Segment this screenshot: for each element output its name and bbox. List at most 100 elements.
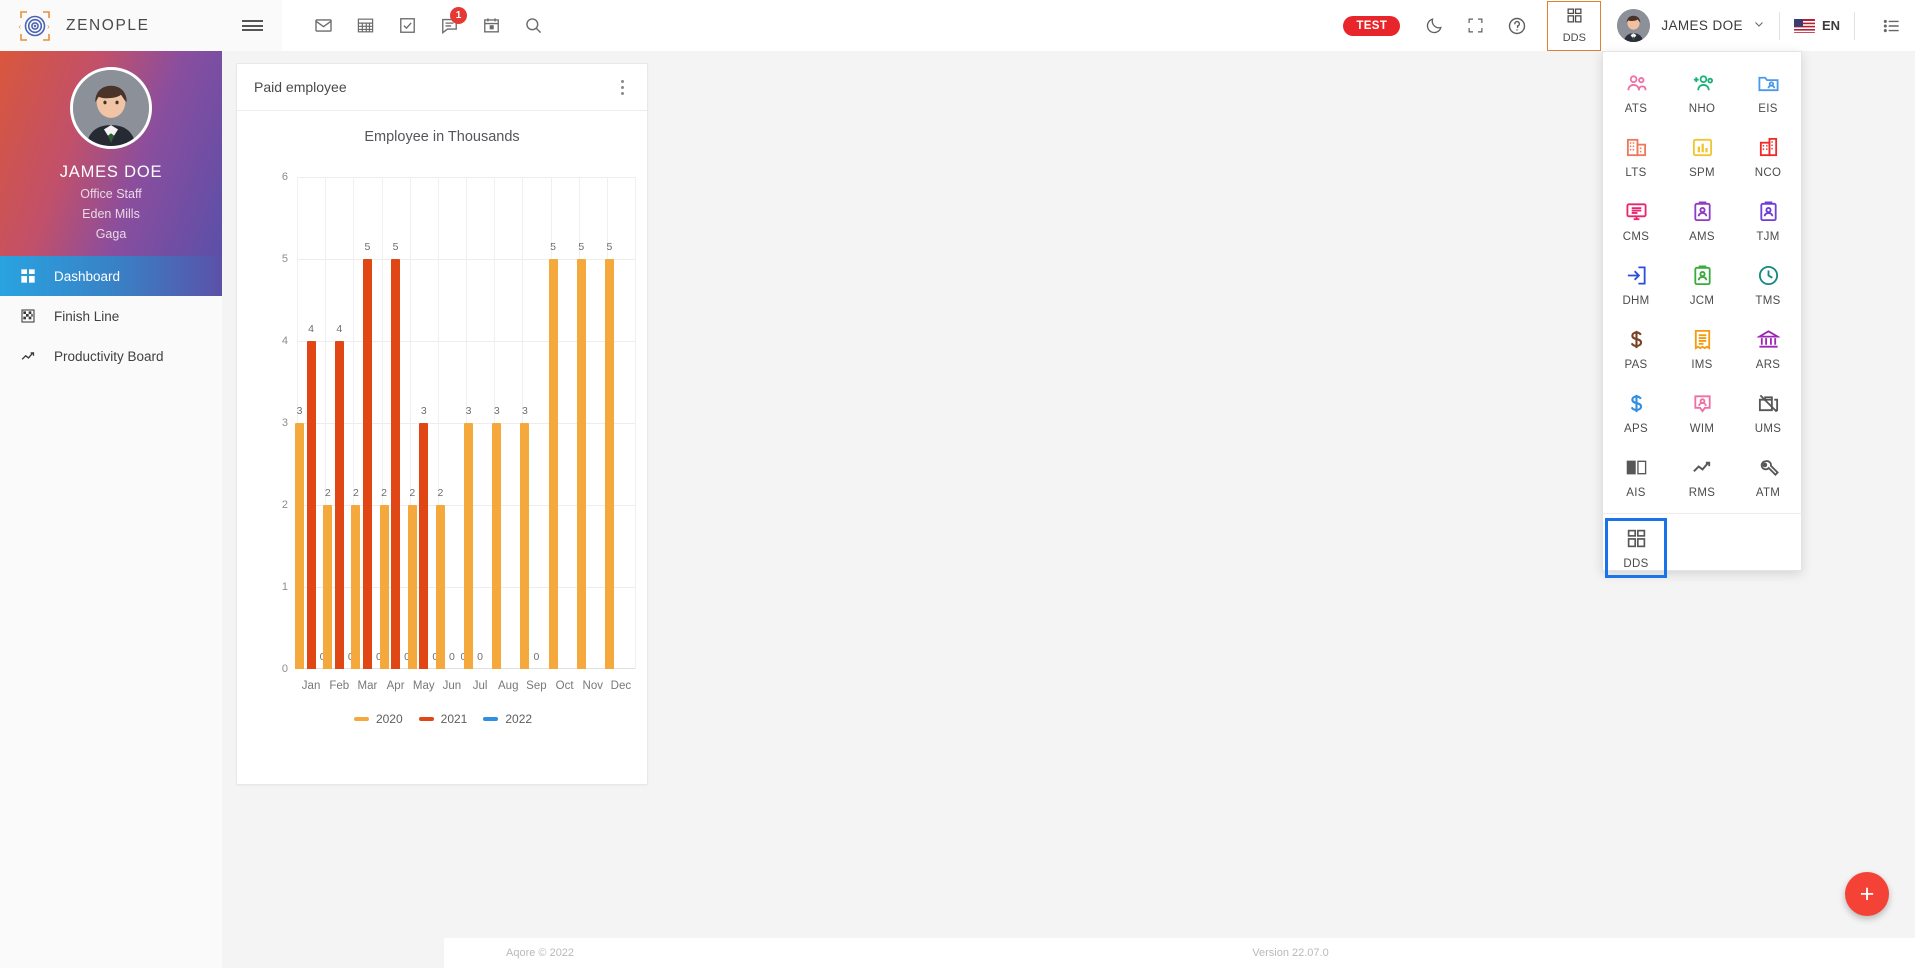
chart-bar[interactable] [464, 423, 474, 669]
chart-bar[interactable] [548, 259, 558, 669]
legend-swatch [353, 717, 369, 721]
chart-month-column[interactable]: 3 0 Jul [464, 177, 494, 692]
dollar-icon [1625, 391, 1648, 416]
app-cell-tjm[interactable]: TJM [1735, 189, 1801, 253]
chart-plot[interactable]: 0123456340Jan240Feb250Mar250Apr230May200… [282, 171, 636, 692]
card-title: Paid employee [254, 79, 347, 95]
app-code: NHO [1688, 103, 1716, 115]
app-cell-jcm[interactable]: JCM [1669, 253, 1735, 317]
chart-bar[interactable] [576, 259, 586, 669]
book-icon [1625, 455, 1648, 480]
chart-bar[interactable] [306, 341, 316, 669]
legend-item[interactable]: 2020 [353, 712, 403, 726]
chart-month-column[interactable]: 5 Oct [548, 177, 579, 692]
user-name-label[interactable]: JAMES DOE [1661, 18, 1743, 33]
sidebar-item-productivity-board[interactable]: Productivity Board [0, 336, 222, 376]
top-nav-icons: 1 [282, 0, 550, 51]
chart-month-column[interactable]: 230May [407, 177, 438, 692]
chart-month-column[interactable]: 240Feb [323, 177, 354, 692]
checkbox-icon[interactable] [390, 9, 424, 43]
sidebar-toggle-button[interactable] [222, 0, 282, 51]
app-code: CMS [1622, 231, 1650, 243]
chart-bar[interactable] [391, 259, 401, 669]
bar-chart-icon [1691, 135, 1714, 160]
app-cell-spm[interactable]: SPM [1669, 125, 1735, 189]
search-icon[interactable] [516, 9, 550, 43]
sidebar-item-dashboard[interactable]: Dashboard [0, 256, 222, 296]
profile-branch: Eden Mills [82, 207, 140, 221]
app-cell-wim[interactable]: WIM [1669, 381, 1735, 445]
app-code: APS [1624, 423, 1648, 435]
help-icon[interactable] [1496, 5, 1537, 46]
x-axis-tick: Oct [555, 680, 574, 692]
chart-bar-label: 0 [533, 651, 540, 663]
calendar-icon[interactable] [474, 9, 508, 43]
monitor-list-icon [1625, 199, 1648, 224]
chart-bar[interactable] [323, 505, 333, 669]
chart-bar[interactable] [419, 423, 429, 669]
dollar-icon [1625, 327, 1648, 352]
app-cell-nho[interactable]: NHO [1669, 61, 1735, 125]
fullscreen-icon[interactable] [1455, 5, 1496, 46]
app-cell-aps[interactable]: APS [1603, 381, 1669, 445]
sidebar-item-label: Productivity Board [54, 348, 164, 364]
chart-month-column[interactable]: 5 Dec [604, 177, 635, 692]
chart-title: Employee in Thousands [364, 129, 520, 145]
app-cell-ais[interactable]: AIS [1603, 445, 1669, 509]
chart-month-column[interactable]: 2 5 0 Mar [351, 177, 382, 692]
chart-bar[interactable] [520, 423, 530, 669]
add-button[interactable]: + [1845, 872, 1889, 916]
app-cell-ims[interactable]: IMS [1669, 317, 1735, 381]
app-cell-lts[interactable]: LTS [1603, 125, 1669, 189]
avatar[interactable] [1617, 9, 1651, 42]
app-cell-ams[interactable]: AMS [1669, 189, 1735, 253]
chart-bar[interactable] [379, 505, 389, 669]
right-panel-toggle-icon[interactable] [1869, 0, 1915, 51]
chart-bar[interactable] [492, 423, 502, 669]
app-cell-dhm[interactable]: DHM [1603, 253, 1669, 317]
app-code: PAS [1624, 359, 1648, 371]
mail-icon[interactable] [306, 9, 340, 43]
trend-line-icon [19, 347, 37, 365]
app-cell-nco[interactable]: NCO [1735, 125, 1801, 189]
grid-table-icon[interactable] [348, 9, 382, 43]
chart-bar[interactable] [435, 505, 445, 669]
chart-month-column[interactable]: 5 Nov [576, 177, 607, 692]
legend-item[interactable]: 2021 [418, 712, 467, 726]
language-label[interactable]: EN [1822, 18, 1840, 33]
profile-avatar[interactable] [70, 67, 152, 149]
sidebar-profile: JAMES DOE Office Staff Eden Mills Gaga [0, 51, 222, 256]
dashboard-grid-icon [1566, 7, 1583, 29]
app-cell-ats[interactable]: ATS [1603, 61, 1669, 125]
divider [1854, 11, 1855, 40]
app-cell-dds[interactable]: DDS [1605, 518, 1667, 578]
chart-month-column[interactable]: 3 0 Sep [520, 177, 550, 692]
chart-month-column[interactable]: 200Jun [435, 177, 466, 692]
chat-icon[interactable]: 1 [432, 6, 467, 43]
dds-app-switcher-button[interactable]: DDS [1547, 0, 1602, 51]
chart-bar[interactable] [362, 259, 372, 669]
app-cell-tms[interactable]: TMS [1735, 253, 1801, 317]
app-cell-atm[interactable]: ATM [1735, 445, 1801, 509]
chart-month-column[interactable]: 340Jan [295, 177, 326, 692]
chart-month-column[interactable]: 250Apr [379, 177, 410, 692]
chart-bar[interactable] [334, 341, 344, 669]
app-cell-ums[interactable]: UMS [1735, 381, 1801, 445]
moon-icon[interactable] [1414, 5, 1455, 46]
legend-item[interactable]: 2022 [483, 712, 532, 726]
app-cell-eis[interactable]: EIS [1735, 61, 1801, 125]
sidebar-item-finish-line[interactable]: Finish Line [0, 296, 222, 336]
chart-bar[interactable] [351, 505, 361, 669]
app-cell-cms[interactable]: CMS [1603, 189, 1669, 253]
app-cell-pas[interactable]: PAS [1603, 317, 1669, 381]
chevron-down-icon[interactable] [1753, 18, 1765, 33]
app-code: NCO [1754, 167, 1782, 179]
kebab-menu-icon[interactable] [615, 76, 630, 99]
chart-bar[interactable] [295, 423, 305, 669]
app-cell-ars[interactable]: ARS [1735, 317, 1801, 381]
chart-month-column[interactable]: 3 Aug [492, 177, 522, 692]
chart-bar[interactable] [407, 505, 417, 669]
chart-bar[interactable] [604, 259, 614, 669]
app-cell-rms[interactable]: RMS [1669, 445, 1735, 509]
brand-name: ZENOPLE [66, 16, 150, 34]
